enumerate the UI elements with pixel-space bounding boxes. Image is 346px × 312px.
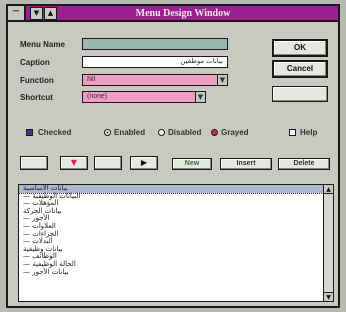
insert-button[interactable]: Insert <box>220 158 272 170</box>
caption-field[interactable]: بيانات موظفين <box>82 56 228 68</box>
system-menu-icon[interactable]: − <box>8 6 26 20</box>
menu-name-field[interactable] <box>82 38 228 50</box>
function-label: Function <box>20 76 54 85</box>
blank-button[interactable] <box>272 86 328 102</box>
title-bar: − ▼ ▲ Menu Design Window <box>8 6 338 22</box>
minimize-icon[interactable]: ▼ <box>30 7 43 20</box>
ok-button[interactable]: OK <box>272 39 328 57</box>
menu-design-window: − ▼ ▲ Menu Design Window Menu Name Capti… <box>6 4 340 308</box>
delete-button[interactable]: Delete <box>278 158 330 170</box>
shortcut-label: Shortcut <box>20 93 53 102</box>
help-label: Help <box>300 128 318 137</box>
chevron-down-icon[interactable]: ▼ <box>195 91 206 103</box>
list-item[interactable]: بيانات الحركة <box>19 207 333 216</box>
grayed-label: Grayed <box>221 128 249 137</box>
list-item[interactable]: — الجزاءات <box>19 230 333 239</box>
list-item[interactable]: بيانات وظيفية <box>19 245 333 254</box>
checked-label: Checked <box>38 128 72 137</box>
function-value: Nil <box>87 76 96 83</box>
cancel-button[interactable]: Cancel <box>272 60 328 78</box>
list-items-container: بيانات الأساسية — البيانات الوظيفية — المؤ… <box>19 185 333 276</box>
maximize-icon[interactable]: ▲ <box>44 7 57 20</box>
list-item[interactable]: — الأجور <box>19 215 333 223</box>
help-checkbox[interactable] <box>289 129 296 136</box>
enabled-radio[interactable] <box>104 129 111 136</box>
grayed-radio[interactable] <box>211 129 218 136</box>
list-item[interactable]: — العلاوات <box>19 222 333 231</box>
blank-toolbar-button-2[interactable] <box>94 156 122 170</box>
enabled-label: Enabled <box>114 128 146 137</box>
menu-items-list[interactable]: بيانات الأساسية — البيانات الوظيفية — المؤ… <box>18 184 334 302</box>
shortcut-value: (none) <box>87 93 108 100</box>
caption-label: Caption <box>20 58 50 67</box>
list-item[interactable]: — المؤهلات <box>19 200 333 208</box>
list-item[interactable]: — البدلات <box>19 238 333 246</box>
shortcut-dropdown[interactable]: (none) ▼ <box>82 91 206 103</box>
list-item[interactable]: — البيانات الوظيفية <box>19 192 333 201</box>
blank-toolbar-button[interactable] <box>20 156 48 170</box>
arrow-down-icon[interactable]: ▼ <box>60 156 88 170</box>
window-title: Menu Design Window <box>135 8 231 19</box>
scroll-down-icon[interactable]: ▼ <box>324 292 333 301</box>
new-button[interactable]: New <box>172 158 212 170</box>
menu-name-label: Menu Name <box>20 40 65 49</box>
disabled-label: Disabled <box>168 128 202 137</box>
arrow-right-icon[interactable]: ▶ <box>130 156 158 170</box>
vertical-scrollbar[interactable]: ▲ ▼ <box>323 185 333 301</box>
function-dropdown[interactable]: Nil ▼ <box>82 74 228 86</box>
scroll-up-icon[interactable]: ▲ <box>324 185 333 194</box>
disabled-radio[interactable] <box>158 129 165 136</box>
checked-checkbox[interactable] <box>26 129 33 136</box>
chevron-down-icon[interactable]: ▼ <box>217 74 228 86</box>
list-item[interactable]: — بيانات الأجور <box>19 268 333 277</box>
